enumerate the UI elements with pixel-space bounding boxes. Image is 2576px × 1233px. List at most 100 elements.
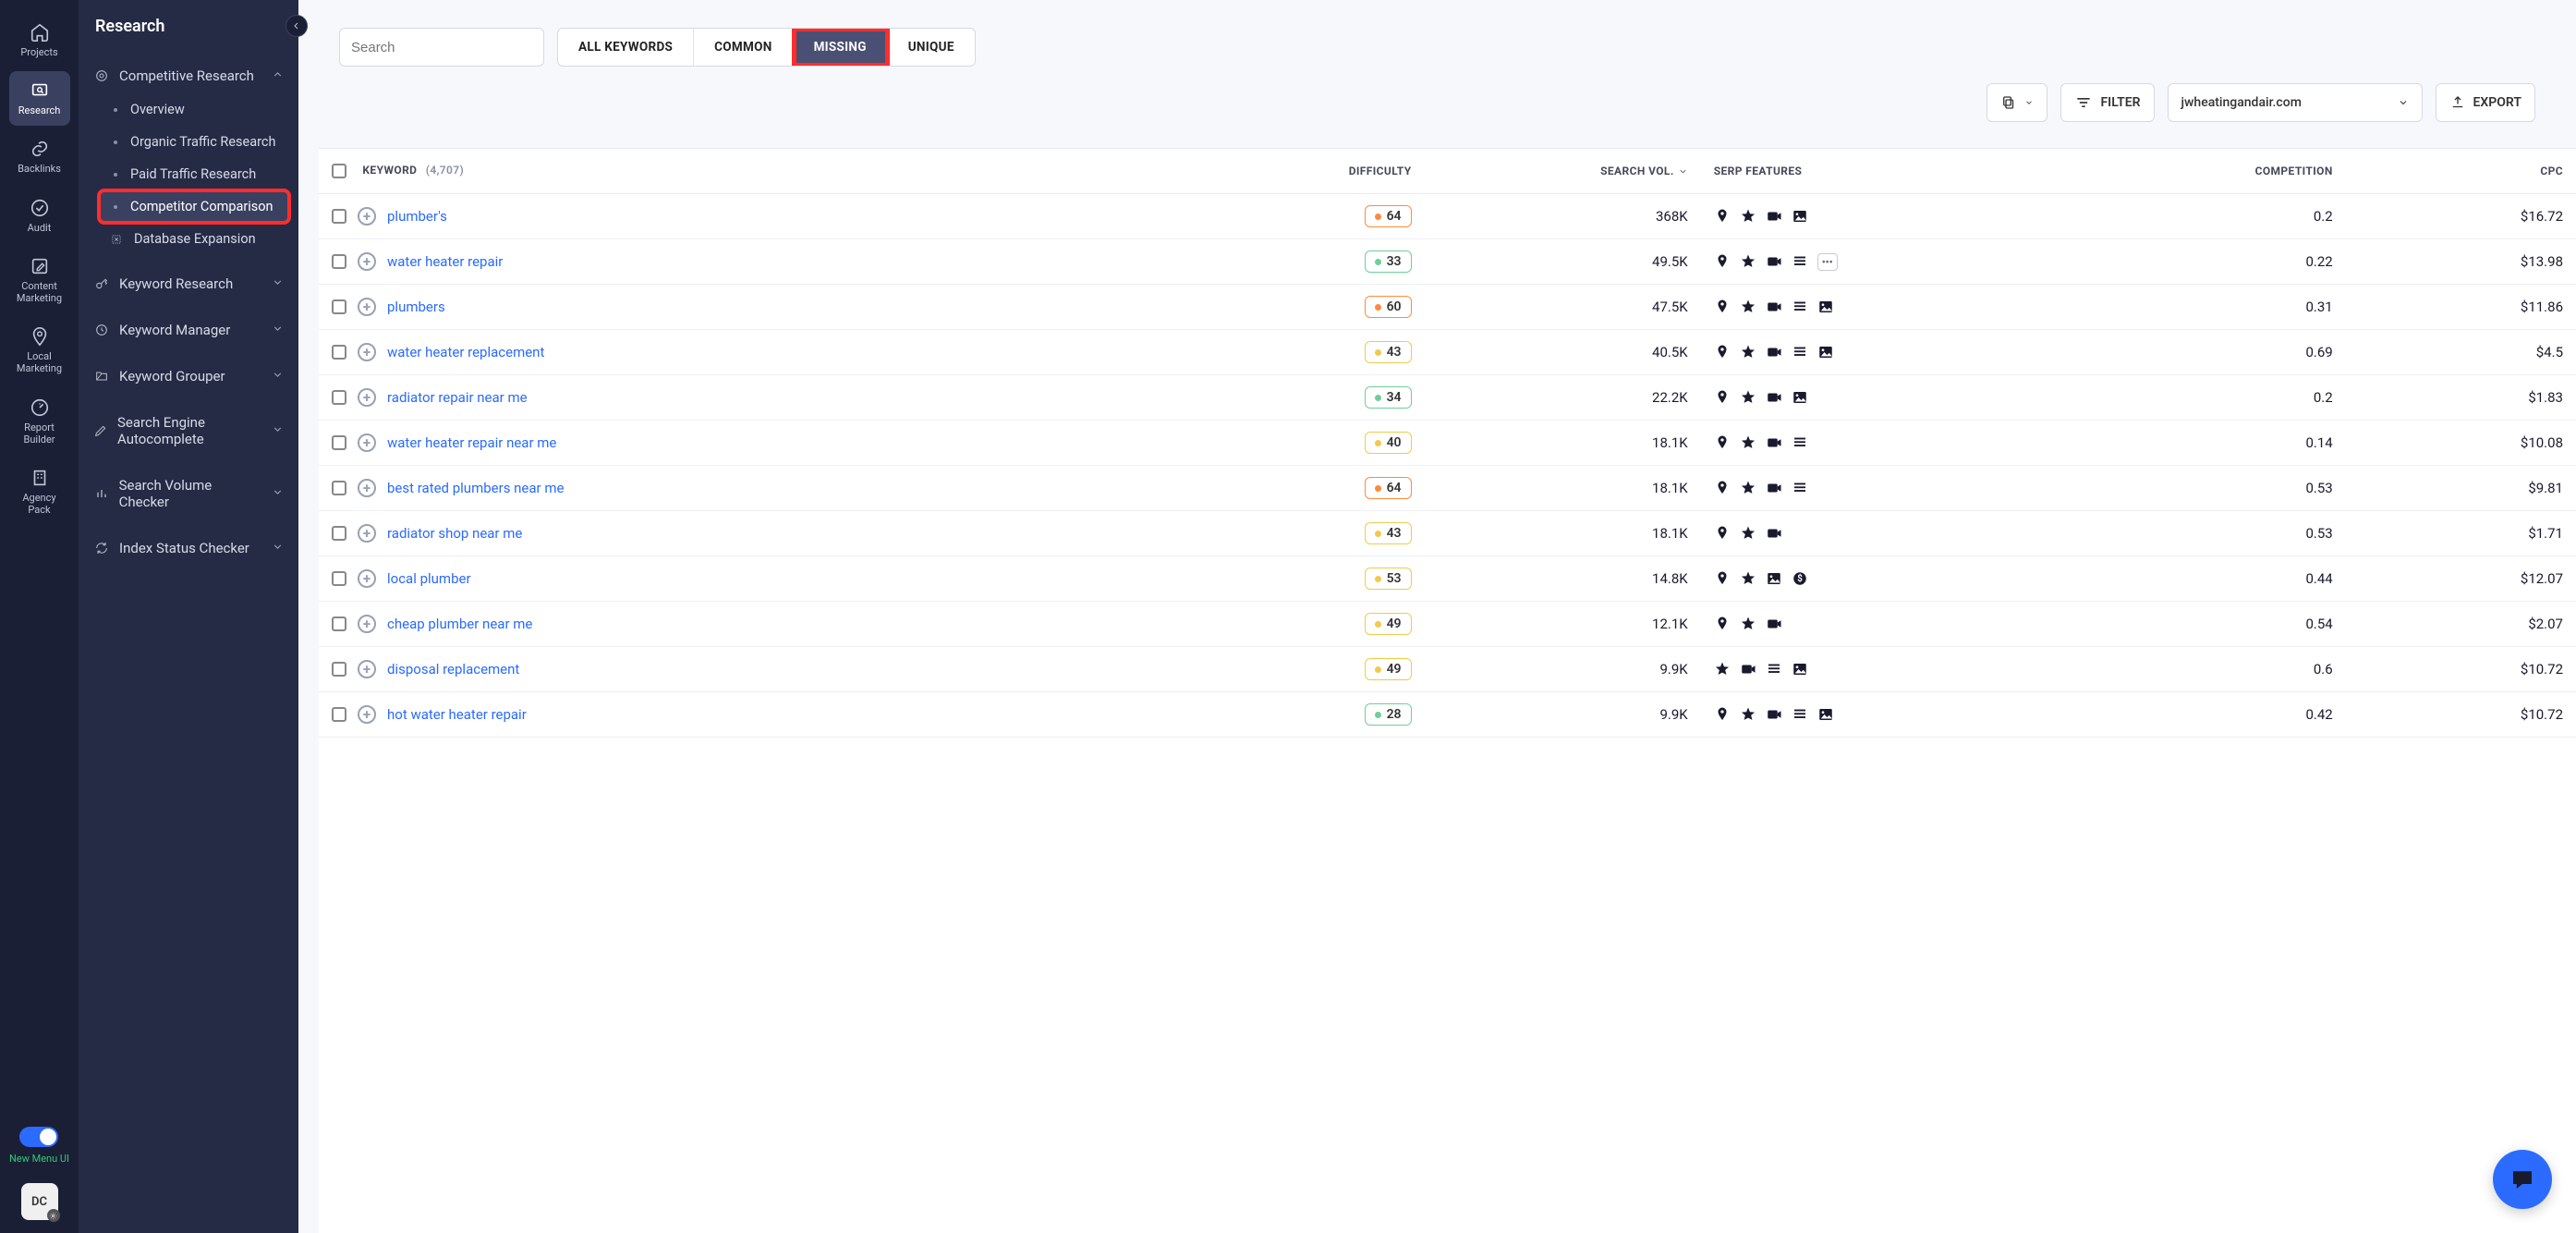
nav-local-marketing[interactable]: Local Marketing — [9, 317, 70, 384]
nav-group-keyword-research[interactable]: Keyword Research — [88, 266, 289, 301]
table-row: + radiator repair near me 34 22.2K 0.2 $… — [319, 375, 2576, 421]
keywords-table-wrapper[interactable]: KEYWORD (4,707) DIFFICULTY SEARCH VOL. S… — [319, 148, 2576, 1233]
nav-group-search-engine-autocomplete[interactable]: Search Engine Autocomplete — [88, 405, 289, 457]
chat-fab[interactable] — [2493, 1150, 2552, 1209]
search-input[interactable] — [351, 40, 535, 55]
add-keyword-button[interactable]: + — [358, 615, 376, 633]
serp-pin-icon — [1714, 299, 1731, 315]
col-serp[interactable]: SERP FEATURES — [1714, 165, 1803, 177]
serp-video-icon — [1766, 616, 1782, 632]
row-checkbox[interactable] — [332, 571, 346, 586]
nav-item-organic-traffic-research[interactable]: Organic Traffic Research — [99, 126, 289, 158]
keyword-link[interactable]: cheap plumber near me — [387, 616, 532, 632]
add-keyword-button[interactable]: + — [358, 660, 376, 678]
new-menu-toggle[interactable] — [19, 1127, 58, 1147]
add-keyword-button[interactable]: + — [358, 298, 376, 316]
keyword-link[interactable]: water heater repair — [387, 253, 503, 270]
keyword-link[interactable]: plumbers — [387, 299, 445, 315]
nav-item-database-expansion[interactable]: Database Expansion — [99, 223, 289, 255]
add-keyword-button[interactable]: + — [358, 569, 376, 588]
row-checkbox[interactable] — [332, 707, 346, 722]
serp-star-icon — [1740, 570, 1756, 587]
nav-projects[interactable]: Projects — [9, 13, 70, 67]
account-badge[interactable]: DC — [21, 1183, 58, 1220]
nav-group-keyword-manager[interactable]: Keyword Manager — [88, 312, 289, 348]
row-checkbox[interactable] — [332, 254, 346, 269]
row-checkbox[interactable] — [332, 345, 346, 360]
nav-content-marketing[interactable]: Content Marketing — [9, 247, 70, 313]
keyword-count: (4,707) — [426, 164, 464, 177]
research-icon — [30, 80, 50, 101]
nav-audit[interactable]: Audit — [9, 189, 70, 243]
serp-star-icon — [1740, 525, 1756, 542]
select-all-checkbox[interactable] — [332, 164, 346, 178]
nav-group-search-volume-checker[interactable]: Search Volume Checker — [88, 468, 289, 519]
row-checkbox[interactable] — [332, 662, 346, 677]
row-checkbox[interactable] — [332, 616, 346, 631]
nav-item-paid-traffic-research[interactable]: Paid Traffic Research — [99, 158, 289, 190]
col-keyword[interactable]: KEYWORD — [362, 164, 417, 177]
filter-button[interactable]: FILTER — [2060, 83, 2154, 122]
keyword-link[interactable]: water heater replacement — [387, 344, 544, 360]
row-checkbox[interactable] — [332, 481, 346, 495]
filter-label: FILTER — [2100, 95, 2140, 110]
serp-pin-icon — [1714, 389, 1731, 406]
keyword-link[interactable]: disposal replacement — [387, 661, 519, 678]
nav-group-index-status-checker[interactable]: Index Status Checker — [88, 531, 289, 566]
add-keyword-button[interactable]: + — [358, 388, 376, 407]
add-keyword-button[interactable]: + — [358, 343, 376, 361]
keyword-link[interactable]: water heater repair near me — [387, 434, 556, 451]
keyword-link[interactable]: local plumber — [387, 570, 471, 587]
add-keyword-button[interactable]: + — [358, 433, 376, 452]
chevron-down-icon — [272, 322, 284, 338]
col-difficulty[interactable]: DIFFICULTY — [1349, 165, 1412, 177]
keyword-link[interactable]: radiator shop near me — [387, 525, 522, 542]
row-checkbox[interactable] — [332, 390, 346, 405]
segment-missing[interactable]: MISSING — [794, 29, 888, 66]
key-icon — [93, 276, 110, 291]
nav-item-overview[interactable]: Overview — [99, 93, 289, 126]
serp-video-icon — [1766, 525, 1782, 542]
nav-item-competitor-comparison[interactable]: Competitor Comparison — [99, 190, 289, 223]
refresh-icon — [93, 541, 110, 555]
search-volume: 49.5K — [1425, 239, 1701, 285]
col-cpc[interactable]: CPC — [2540, 165, 2563, 177]
add-keyword-button[interactable]: + — [358, 207, 376, 226]
collapse-nav-button[interactable] — [286, 15, 308, 37]
serp-pin-icon — [1714, 616, 1731, 632]
segment-common[interactable]: COMMON — [694, 29, 793, 66]
row-checkbox[interactable] — [332, 299, 346, 314]
row-checkbox[interactable] — [332, 526, 346, 541]
keyword-link[interactable]: best rated plumbers near me — [387, 480, 564, 496]
segment-all-keywords[interactable]: ALL KEYWORDS — [558, 29, 694, 66]
segment-unique[interactable]: UNIQUE — [888, 29, 975, 66]
keyword-link[interactable]: radiator repair near me — [387, 389, 528, 406]
more-serp-icon[interactable]: ••• — [1817, 253, 1838, 271]
nav-group-competitive-research[interactable]: Competitive Research — [88, 58, 289, 93]
competition-value: 0.14 — [2070, 421, 2346, 466]
nav-agency-pack[interactable]: Agency Pack — [9, 458, 70, 525]
col-search-vol[interactable]: SEARCH VOL. — [1600, 165, 1674, 177]
search-input-wrapper[interactable] — [339, 28, 544, 67]
serp-features — [1714, 434, 2057, 451]
keyword-link[interactable]: hot water heater repair — [387, 706, 527, 723]
nav-research[interactable]: Research — [9, 71, 70, 126]
add-keyword-button[interactable]: + — [358, 705, 376, 724]
col-competition[interactable]: COMPETITION — [2255, 165, 2333, 177]
nav-group-keyword-grouper[interactable]: Keyword Grouper — [88, 359, 289, 394]
serp-image-icon — [1792, 208, 1808, 225]
difficulty-pill: 49 — [1365, 658, 1412, 680]
copy-columns-button[interactable] — [1987, 83, 2047, 122]
nav-report-builder[interactable]: Report Builder — [9, 388, 70, 455]
keyword-link[interactable]: plumber's — [387, 208, 447, 225]
add-keyword-button[interactable]: + — [358, 252, 376, 271]
domain-select[interactable]: jwheatingandair.com — [2168, 83, 2423, 122]
export-button[interactable]: EXPORT — [2436, 83, 2535, 122]
row-checkbox[interactable] — [332, 209, 346, 224]
nav-backlinks[interactable]: Backlinks — [9, 129, 70, 184]
add-keyword-button[interactable]: + — [358, 479, 376, 497]
serp-list-icon — [1766, 661, 1782, 678]
domain-value: jwheatingandair.com — [2181, 95, 2302, 110]
add-keyword-button[interactable]: + — [358, 524, 376, 543]
row-checkbox[interactable] — [332, 435, 346, 450]
